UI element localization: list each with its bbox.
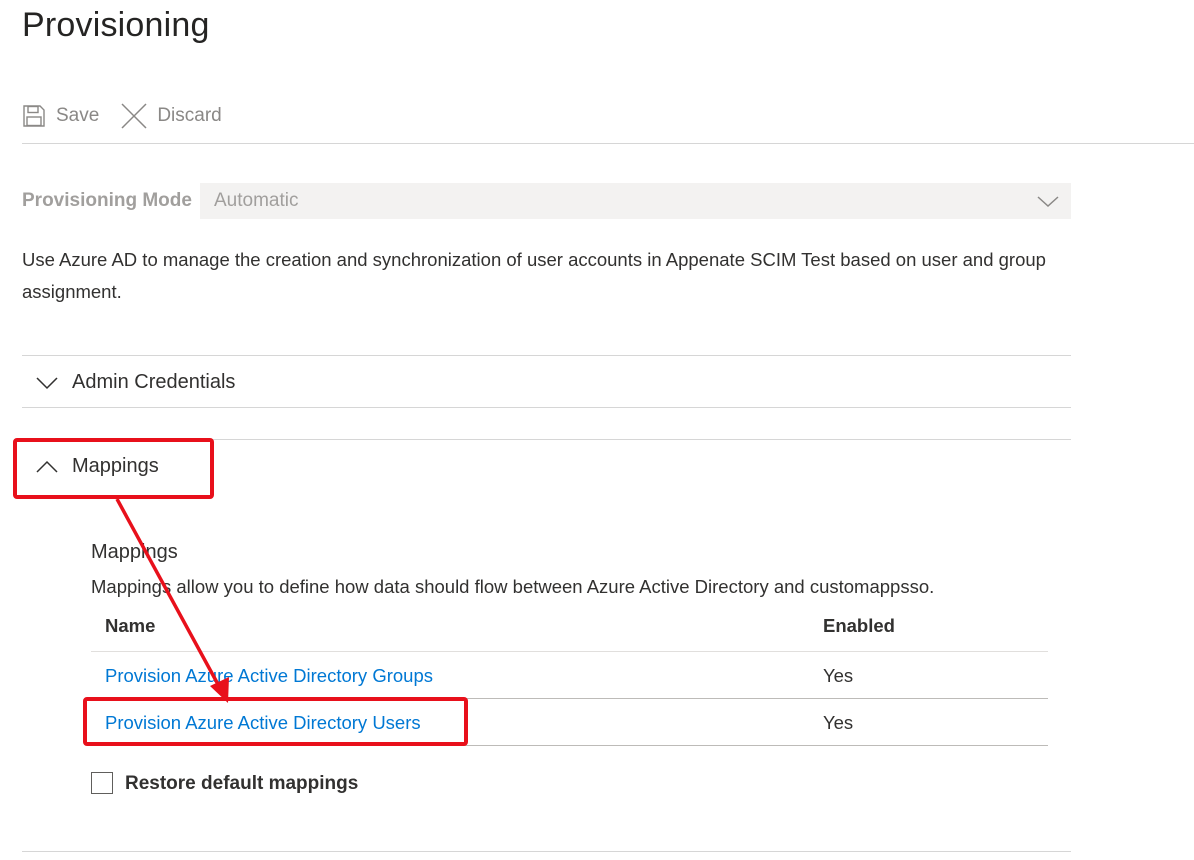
section-divider	[22, 355, 1071, 356]
mappings-subtitle: Mappings	[91, 541, 178, 563]
table-header-divider	[91, 651, 1048, 652]
close-icon	[121, 103, 147, 129]
table-row-divider	[91, 745, 1048, 746]
column-header-name: Name	[105, 615, 156, 636]
provisioning-description: Use Azure AD to manage the creation and …	[22, 249, 1046, 302]
discard-label: Discard	[157, 105, 222, 126]
chevron-up-icon	[36, 460, 58, 473]
toolbar: Save Discard	[22, 98, 222, 134]
mappings-description: Mappings allow you to define how data sh…	[91, 576, 935, 597]
provisioning-mode-value: Automatic	[214, 190, 299, 211]
restore-default-mappings-label: Restore default mappings	[125, 773, 359, 794]
section-divider	[22, 439, 1071, 440]
section-divider	[22, 851, 1071, 852]
toolbar-divider	[22, 143, 1194, 144]
discard-button[interactable]: Discard	[121, 103, 222, 129]
provisioning-mode-dropdown[interactable]: Automatic	[200, 183, 1071, 219]
mapping-enabled-groups: Yes	[823, 665, 854, 686]
admin-credentials-label: Admin Credentials	[72, 371, 236, 393]
chevron-down-icon	[1037, 196, 1059, 208]
mapping-link-users[interactable]: Provision Azure Active Directory Users	[105, 712, 421, 734]
section-divider	[22, 407, 1071, 408]
table-row-divider	[91, 698, 1048, 699]
provisioning-mode-label: Provisioning Mode	[22, 190, 192, 211]
mappings-section-label: Mappings	[72, 455, 159, 477]
mapping-link-groups[interactable]: Provision Azure Active Directory Groups	[105, 665, 433, 687]
chevron-down-icon	[36, 376, 58, 389]
save-label: Save	[56, 105, 100, 126]
save-button[interactable]: Save	[22, 104, 99, 128]
restore-default-mappings-checkbox[interactable]	[91, 772, 113, 794]
admin-credentials-section-toggle[interactable]: Admin Credentials	[36, 371, 235, 394]
page-title: Provisioning	[22, 6, 210, 44]
column-header-enabled: Enabled	[823, 615, 895, 636]
mappings-section-toggle[interactable]: Mappings	[36, 455, 159, 478]
mapping-enabled-users: Yes	[823, 712, 854, 733]
save-icon	[23, 105, 45, 127]
